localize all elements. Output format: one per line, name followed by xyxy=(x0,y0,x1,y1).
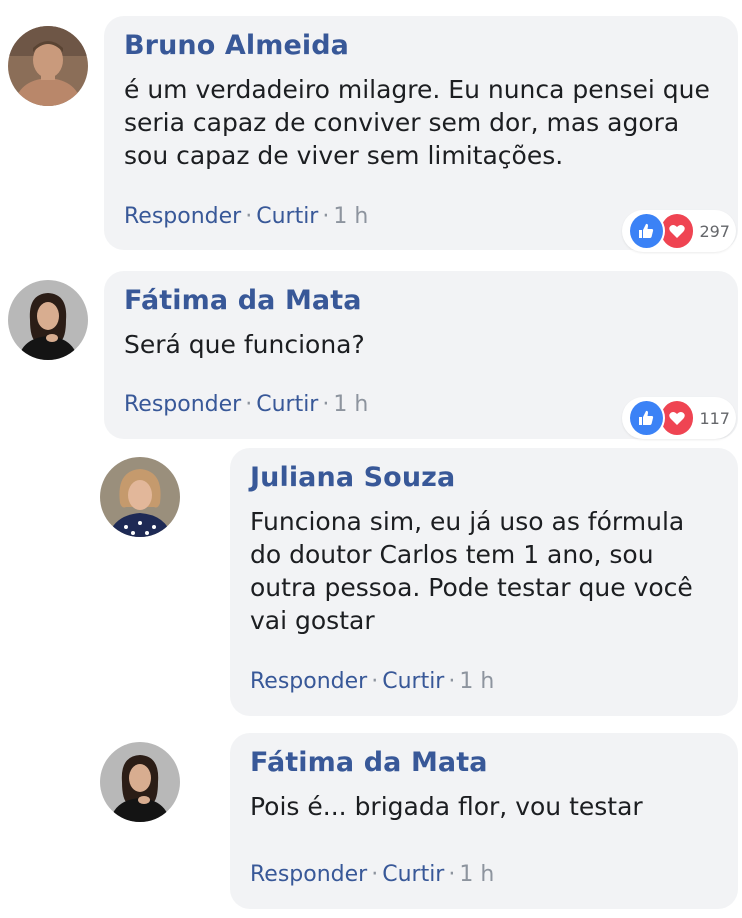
separator: · xyxy=(448,862,456,887)
separator: · xyxy=(245,204,253,229)
comment-author[interactable]: Fátima da Mata xyxy=(124,285,362,316)
comment-actions: Responder · Curtir · 1 h xyxy=(124,392,368,417)
reply-link[interactable]: Responder xyxy=(124,392,241,417)
like-link[interactable]: Curtir xyxy=(382,862,444,887)
avatar[interactable] xyxy=(8,280,88,360)
like-reaction-icon xyxy=(628,399,665,437)
avatar[interactable] xyxy=(100,742,180,822)
reactions-summary[interactable]: 297 xyxy=(622,210,736,252)
comment-time: 1 h xyxy=(459,862,495,887)
like-link[interactable]: Curtir xyxy=(256,392,318,417)
comment-actions: Responder · Curtir · 1 h xyxy=(250,669,494,694)
reactions-summary[interactable]: 117 xyxy=(622,397,736,439)
comment-time: 1 h xyxy=(333,204,369,229)
like-link[interactable]: Curtir xyxy=(256,204,318,229)
comment-actions: Responder · Curtir · 1 h xyxy=(250,862,494,887)
reply-link[interactable]: Responder xyxy=(250,669,367,694)
separator: · xyxy=(371,862,379,887)
separator: · xyxy=(322,204,330,229)
comment-author[interactable]: Juliana Souza xyxy=(250,462,455,493)
avatar[interactable] xyxy=(100,457,180,537)
comment-text: é um verdadeiro milagre. Eu nunca pensei… xyxy=(124,75,710,170)
avatar[interactable] xyxy=(8,26,88,106)
reaction-count: 117 xyxy=(699,408,730,428)
like-reaction-icon xyxy=(628,212,665,250)
separator: · xyxy=(322,392,330,417)
comment-author[interactable]: Bruno Almeida xyxy=(124,30,349,61)
separator: · xyxy=(448,669,456,694)
comment-text: Será que funciona? xyxy=(124,330,365,359)
comment-time: 1 h xyxy=(459,669,495,694)
separator: · xyxy=(245,392,253,417)
reply-link[interactable]: Responder xyxy=(124,204,241,229)
comment-text: Funciona sim, eu já uso as fórmula do do… xyxy=(250,507,693,635)
comment-actions: Responder · Curtir · 1 h xyxy=(124,204,368,229)
comment-text: Pois é... brigada flor, vou testar xyxy=(250,792,643,821)
comment-author[interactable]: Fátima da Mata xyxy=(250,747,488,778)
separator: · xyxy=(371,669,379,694)
reaction-count: 297 xyxy=(699,221,730,241)
reply-link[interactable]: Responder xyxy=(250,862,367,887)
comment-time: 1 h xyxy=(333,392,369,417)
like-link[interactable]: Curtir xyxy=(382,669,444,694)
